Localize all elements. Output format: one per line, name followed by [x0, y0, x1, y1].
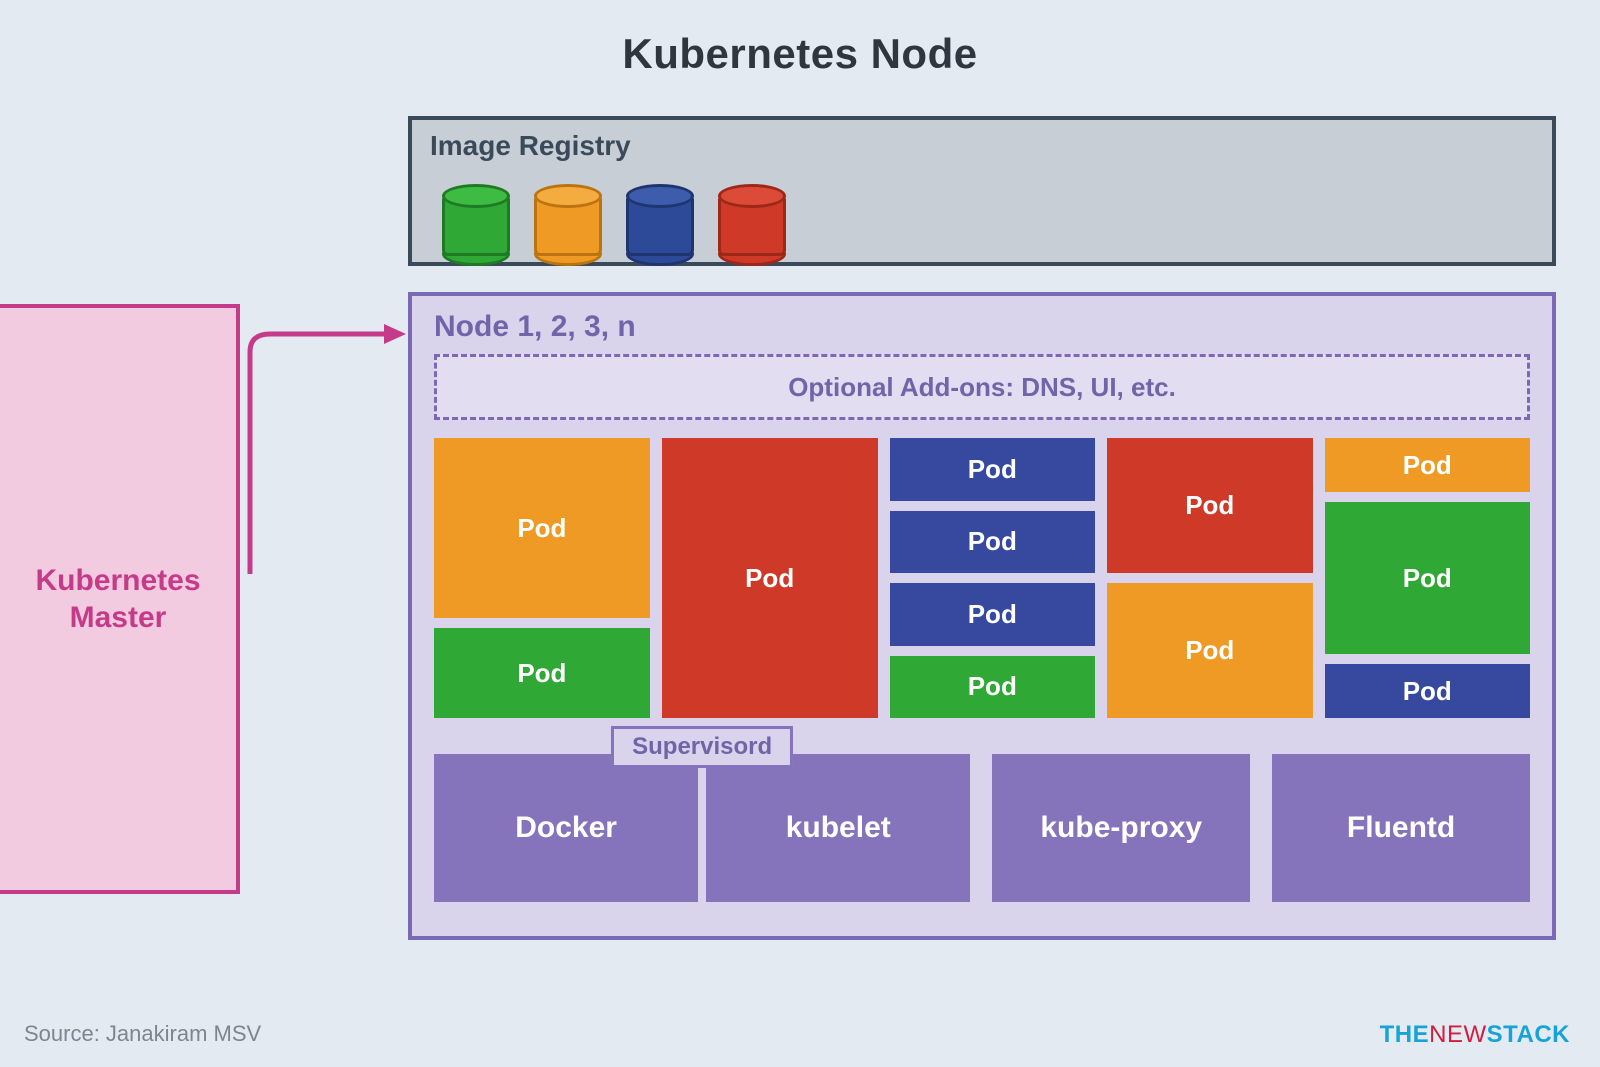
pod-column: Pod Pod Pod [1325, 438, 1530, 718]
pod-column: Pod Pod [1107, 438, 1312, 718]
registry-cylinders [442, 184, 786, 266]
pod-red: Pod [1107, 438, 1312, 573]
pod-blue: Pod [1325, 664, 1530, 718]
pod-blue: Pod [890, 511, 1095, 574]
node-title: Node 1, 2, 3, n [434, 310, 1530, 344]
service-fluentd: Fluentd [1272, 754, 1530, 902]
pod-column: Pod Pod Pod Pod [890, 438, 1095, 718]
cylinder-orange-icon [534, 184, 602, 266]
arrow-master-to-node-icon [240, 294, 408, 574]
cylinder-green-icon [442, 184, 510, 266]
service-docker: Docker [434, 754, 698, 902]
pod-orange: Pod [434, 438, 650, 618]
cylinder-red-icon [718, 184, 786, 266]
diagram-title: Kubernetes Node [0, 30, 1600, 78]
node-box: Node 1, 2, 3, n Optional Add-ons: DNS, U… [408, 292, 1556, 940]
brand-logo: THENEWSTACK [1380, 1021, 1570, 1049]
brand-part-2: NEW [1429, 1021, 1487, 1048]
service-kubelet: kubelet [706, 754, 970, 902]
pods-area: Pod Pod Pod Pod Pod Pod Pod Pod Pod Pod … [434, 438, 1530, 718]
brand-part-1: THE [1380, 1021, 1430, 1048]
service-kube-proxy: kube-proxy [992, 754, 1250, 902]
pod-orange: Pod [1107, 583, 1312, 718]
image-registry-box: Image Registry [408, 116, 1556, 266]
node-services-row: Supervisord Docker kubelet kube-proxy Fl… [434, 754, 1530, 902]
pod-blue: Pod [890, 583, 1095, 646]
kubernetes-master-label: KubernetesMaster [35, 562, 200, 637]
pod-blue: Pod [890, 438, 1095, 501]
kubernetes-master-box: KubernetesMaster [0, 304, 240, 894]
pod-column: Pod [662, 438, 878, 718]
brand-part-3: STACK [1487, 1021, 1570, 1048]
pod-green: Pod [890, 656, 1095, 719]
source-credit: Source: Janakiram MSV [24, 1021, 261, 1047]
pod-orange: Pod [1325, 438, 1530, 492]
cylinder-blue-icon [626, 184, 694, 266]
pod-column: Pod Pod [434, 438, 650, 718]
pod-green: Pod [1325, 502, 1530, 654]
supervisord-group: Supervisord Docker kubelet [434, 754, 970, 902]
pod-green: Pod [434, 628, 650, 718]
pod-red: Pod [662, 438, 878, 718]
supervisord-label: Supervisord [611, 726, 793, 768]
image-registry-title: Image Registry [430, 130, 1534, 162]
optional-addons-box: Optional Add-ons: DNS, UI, etc. [434, 354, 1530, 420]
